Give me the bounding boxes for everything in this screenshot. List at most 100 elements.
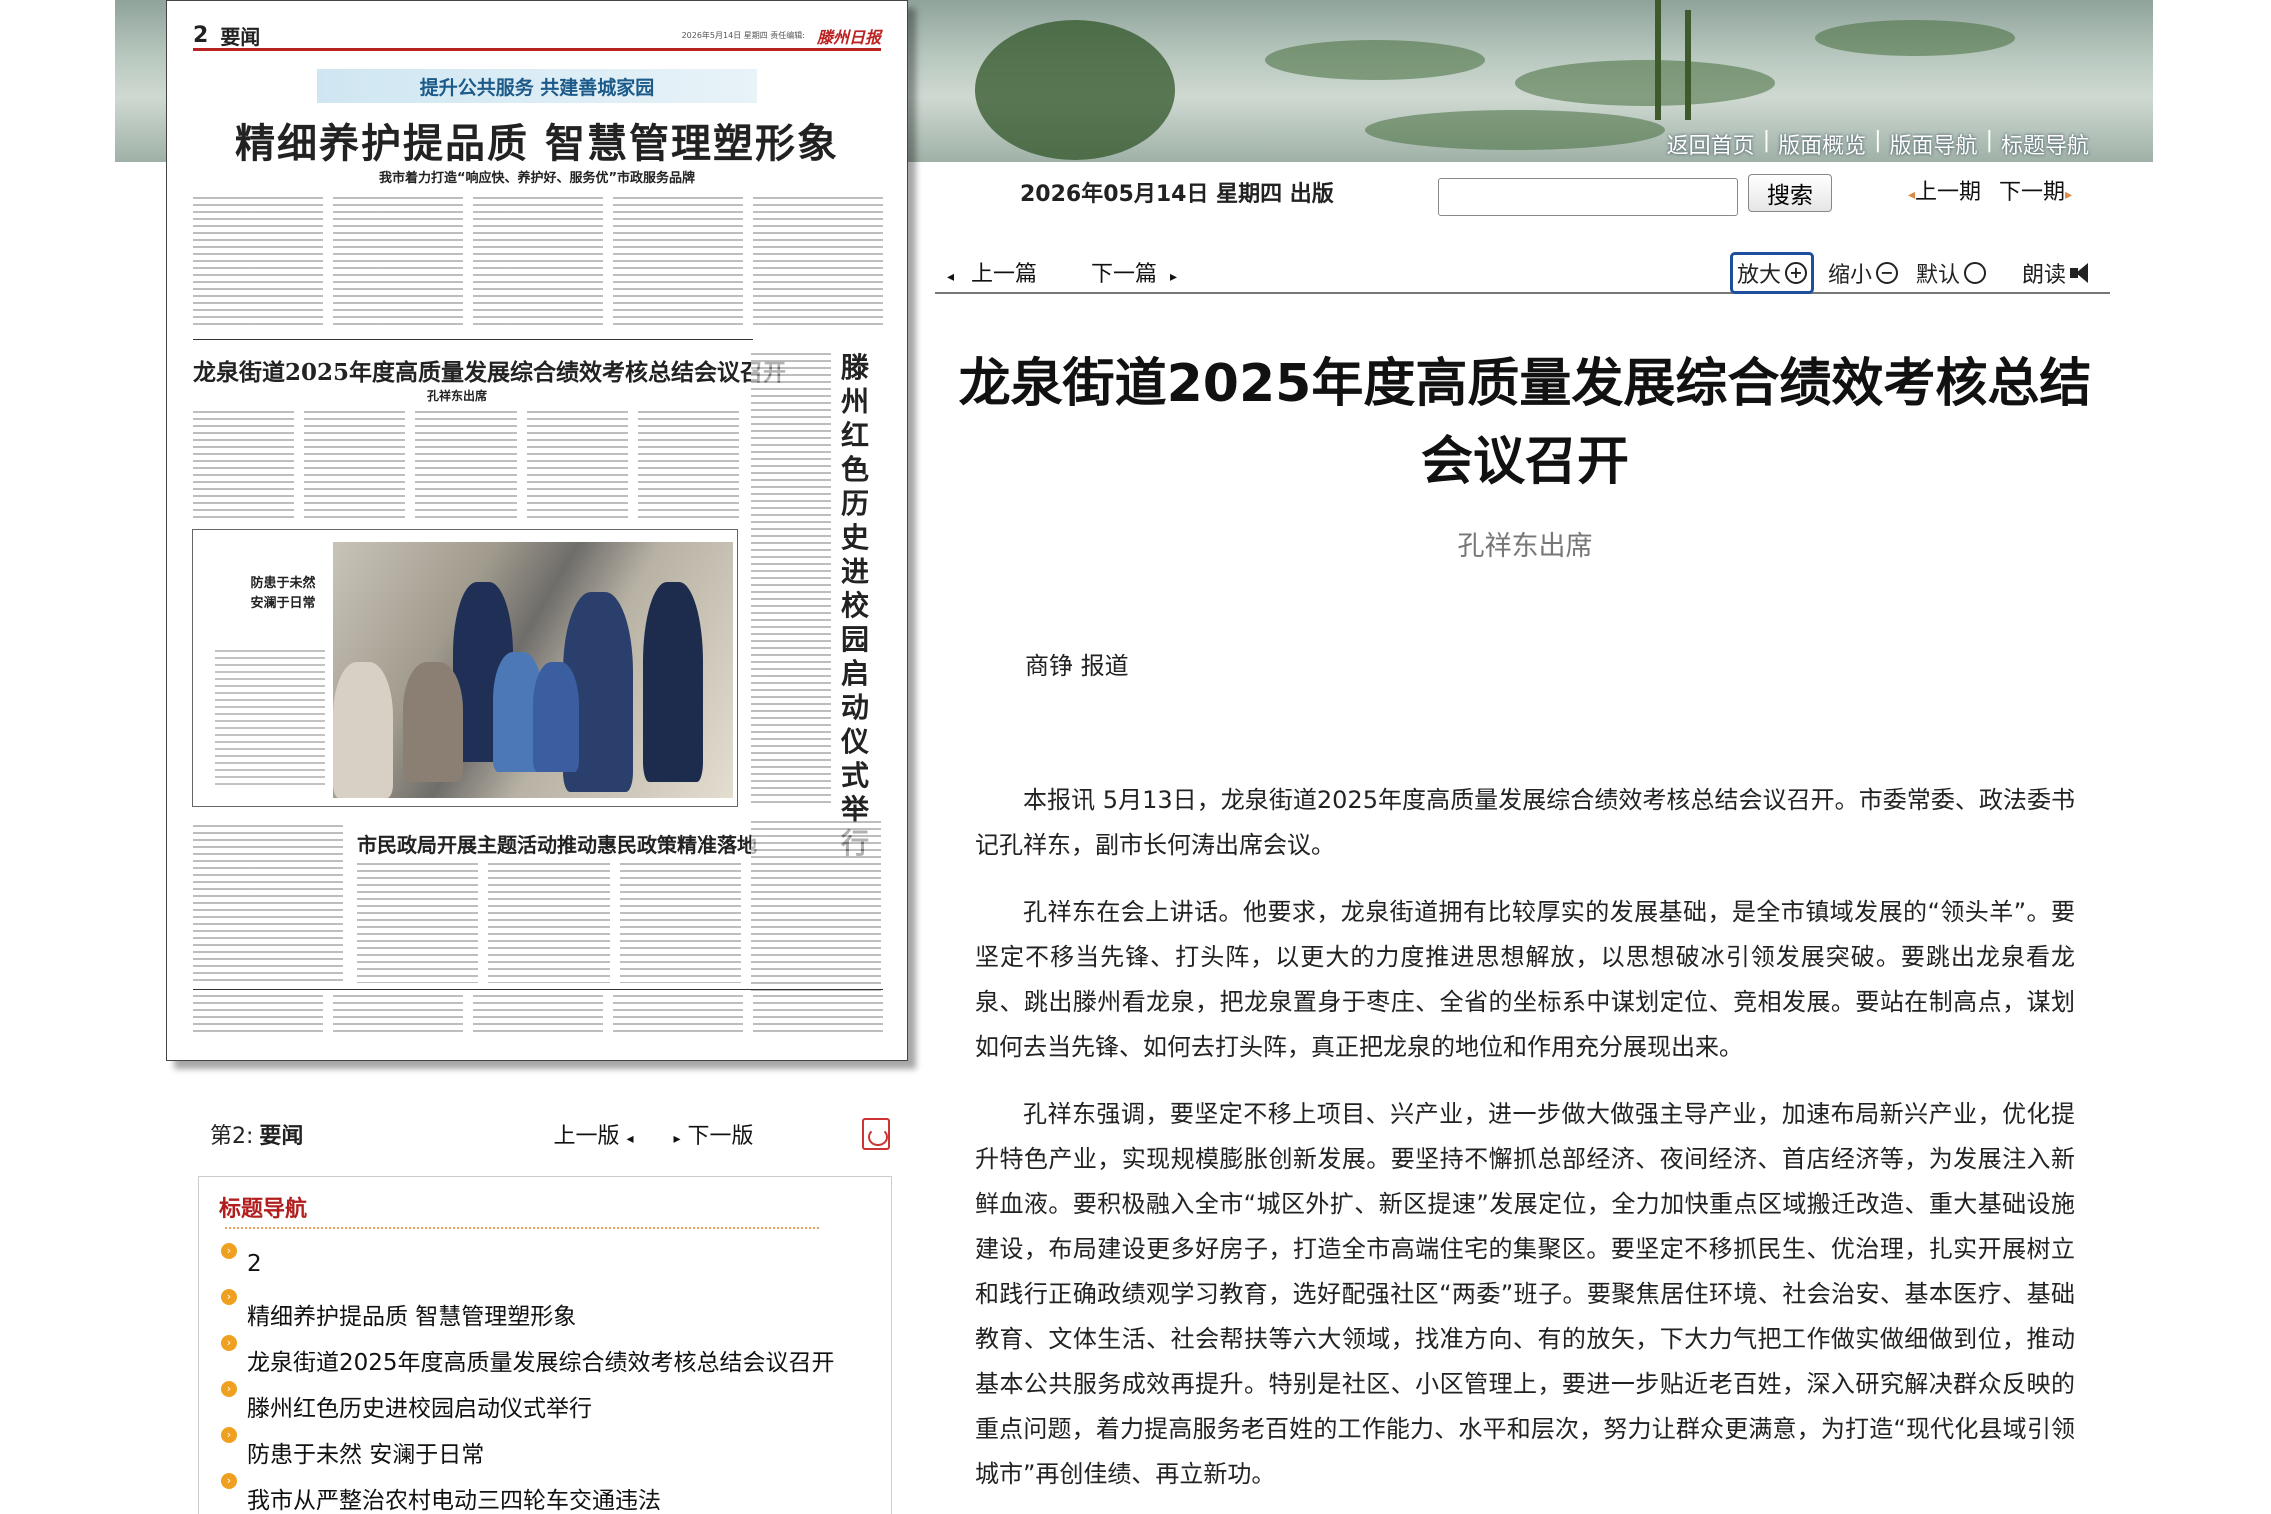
paper-meta: 2026年5月14日 星期四 责任编辑: <box>681 31 805 40</box>
page-label: 第2: <box>210 1124 254 1149</box>
page-nav-link[interactable]: 版面导航 <box>1890 128 1978 160</box>
separator: | <box>1874 128 1882 153</box>
article-paragraph: 孔祥东强调，要坚定不移上项目、兴产业，进一步做大做强主导产业，加速布局新兴产业，… <box>975 1100 2075 1488</box>
search-button[interactable]: 搜索 <box>1748 174 1832 212</box>
paper-article-subhead: 孔祥东出席 <box>427 389 488 403</box>
list-item: › 我市从严整治农村电动三四轮车交通违法 <box>221 1471 835 1514</box>
bullet-arrow-icon: › <box>221 1427 237 1443</box>
list-item: › 滕州红色历史进校园启动仪式举行 <box>221 1379 835 1425</box>
article-title: 龙泉街道2025年度高质量发展综合绩效考核总结会议召开 <box>958 354 2092 492</box>
circle-icon <box>1963 262 1986 284</box>
zoom-in-button[interactable]: 放大 + <box>1729 252 1814 294</box>
banner-links: 返回首页 | 版面概览 | 版面导航 | 标题导航 <box>1667 128 2089 160</box>
zoom-out-label: 缩小 <box>1827 263 1872 288</box>
article-byline: 商铮 报道 <box>1025 652 1129 680</box>
bullet-arrow-icon: › <box>221 1473 237 1489</box>
prev-page-label: 上一版 <box>553 1124 620 1149</box>
page-overview-link[interactable]: 版面概览 <box>1778 128 1866 160</box>
zoom-in-label: 放大 <box>1736 263 1781 288</box>
list-item: › 防患于未然 安澜于日常 <box>221 1425 835 1471</box>
search-input[interactable] <box>1438 178 1738 216</box>
pdf-icon[interactable] <box>862 1118 890 1150</box>
home-link[interactable]: 返回首页 <box>1667 128 1755 160</box>
paper-page-name: 要闻 <box>220 25 261 49</box>
paper-text-block <box>751 353 831 803</box>
minus-circle-icon: − <box>1875 262 1898 284</box>
issue-date: 2026年05月14日 星期四 出版 <box>1020 182 1334 207</box>
right-arrow-icon: ▸ <box>1170 269 1178 285</box>
bullet-arrow-icon: › <box>221 1335 237 1351</box>
prev-issue-link[interactable]: ◂上一期 <box>1908 174 1981 206</box>
prev-page-link[interactable]: 上一版 ◂ <box>553 1118 633 1150</box>
paper-photo-box: 防患于未然 安澜于日常 <box>192 529 738 807</box>
paper-text-block <box>193 197 883 327</box>
title-nav-link[interactable]: 滕州红色历史进校园启动仪式举行 <box>247 1389 592 1423</box>
read-aloud-label: 朗读 <box>2021 263 2066 288</box>
paper-text-block <box>193 825 343 985</box>
news-photo <box>333 542 733 798</box>
title-nav-link[interactable]: 精细养护提品质 智慧管理塑形象 <box>247 1297 576 1331</box>
paper-vertical-headline[interactable]: 滕州红色历史进校园启动仪式举行 <box>841 351 881 861</box>
text-tools: 放大 + 缩小 − 默认 朗读 <box>1729 252 2100 294</box>
page-navigation: 第2: 要闻 上一版 ◂ ▸ 下一版 <box>210 1116 890 1152</box>
article-paragraph: 本报讯 5月13日，龙泉街道2025年度高质量发展综合绩效考核总结会议召开。市委… <box>975 786 2075 859</box>
list-item: › 精细养护提品质 智慧管理塑形象 <box>221 1287 835 1333</box>
paper-sub-banner: 提升公共服务 共建善城家园 <box>317 69 757 103</box>
list-item: › 2 <box>221 1241 835 1287</box>
article-paragraph: 孔祥东在会上讲话。他要求，龙泉街道拥有比较厚实的发展基础，是全市镇域发展的“领头… <box>975 898 2075 1061</box>
next-page-label: 下一版 <box>687 1124 754 1149</box>
page-name: 要闻 <box>259 1124 304 1149</box>
title-nav-list: › 2 › 精细养护提品质 智慧管理塑形象 › 龙泉街道2025年度高质量发展综合绩效… <box>221 1241 835 1514</box>
paper-article-headline[interactable]: 龙泉街道2025年度高质量发展综合绩效考核总结会议召开 <box>193 353 786 387</box>
paper-headline-sub: 我市着力打造“响应快、养护好、服务优”市政服务品牌 <box>378 171 696 186</box>
paper-page-number: 2 <box>193 23 209 48</box>
title-nav-link[interactable]: 龙泉街道2025年度高质量发展综合绩效考核总结会议召开 <box>247 1343 835 1377</box>
prev-article-link[interactable]: ◂ 上一篇 <box>947 256 1037 288</box>
bullet-icon: ▸ <box>2065 187 2073 203</box>
bullet-icon: ◂ <box>1908 187 1916 203</box>
bullet-arrow-icon: › <box>221 1243 237 1259</box>
title-nav-link[interactable]: 防患于未然 安澜于日常 <box>247 1435 484 1469</box>
separator: | <box>1762 128 1771 153</box>
title-nav-link[interactable]: 2 <box>247 1251 262 1277</box>
default-size-button[interactable]: 默认 <box>1912 255 1990 291</box>
paper-article-headline[interactable]: 市民政局开展主题活动推动惠民政策精准落地 <box>357 829 757 858</box>
next-issue-link[interactable]: 下一期▸ <box>1999 174 2072 206</box>
next-page-link[interactable]: ▸ 下一版 <box>673 1118 753 1150</box>
next-article-label: 下一篇 <box>1091 262 1158 287</box>
next-article-link[interactable]: 下一篇 ▸ <box>1091 256 1177 288</box>
bullet-arrow-icon: › <box>221 1289 237 1305</box>
speaker-icon <box>2070 261 2096 285</box>
newspaper-page-image[interactable]: 2 要闻 2026年5月14日 星期四 责任编辑: 滕州日报 提升公共服务 共建… <box>166 0 908 1061</box>
read-aloud-button[interactable]: 朗读 <box>2018 255 2100 291</box>
article-toolbar: ◂ 上一篇 下一篇 ▸ 放大 + 缩小 − 默认 朗读 <box>935 252 2110 294</box>
zoom-out-button[interactable]: 缩小 − <box>1824 255 1902 291</box>
paper-text-block <box>357 863 741 983</box>
plus-circle-icon: + <box>1784 262 1807 284</box>
paper-text-block <box>193 411 739 519</box>
title-nav-heading: 标题导航 <box>219 1197 308 1222</box>
list-item: › 龙泉街道2025年度高质量发展综合绩效考核总结会议召开 <box>221 1333 835 1379</box>
paper-caption-text <box>215 650 325 790</box>
paper-logo: 滕州日报 <box>816 27 881 47</box>
right-arrow-icon: ▸ <box>673 1131 681 1147</box>
paper-headline[interactable]: 精细养护提品质 智慧管理塑形象 <box>167 111 907 169</box>
default-size-label: 默认 <box>1915 263 1960 288</box>
paper-header: 2 要闻 2026年5月14日 星期四 责任编辑: 滕州日报 <box>193 23 881 51</box>
article-body: 本报讯 5月13日，龙泉街道2025年度高质量发展综合绩效考核总结会议召开。市委… <box>975 778 2075 1514</box>
prev-article-label: 上一篇 <box>971 262 1038 287</box>
paper-text-block <box>193 995 883 1037</box>
next-issue-label: 下一期 <box>1999 180 2066 205</box>
dotted-divider <box>225 1227 819 1229</box>
paper-caption-head[interactable]: 防患于未然 安澜于日常 <box>243 574 323 614</box>
prev-issue-label: 上一期 <box>1915 180 1982 205</box>
title-nav-link[interactable]: 我市从严整治农村电动三四轮车交通违法 <box>247 1481 661 1514</box>
article-subtitle: 孔祥东出席 <box>1457 531 1593 562</box>
title-navigation-box: 标题导航 › 2 › 精细养护提品质 智慧管理塑形象 › 龙泉街道2025年度高质量发… <box>198 1176 892 1514</box>
bullet-arrow-icon: › <box>221 1381 237 1397</box>
issue-navigation: ◂上一期 下一期▸ <box>1908 174 2072 206</box>
title-nav-link[interactable]: 标题导航 <box>2001 128 2089 160</box>
paper-text-block <box>751 821 881 991</box>
separator: | <box>1985 128 1993 153</box>
left-arrow-icon: ◂ <box>626 1131 634 1147</box>
